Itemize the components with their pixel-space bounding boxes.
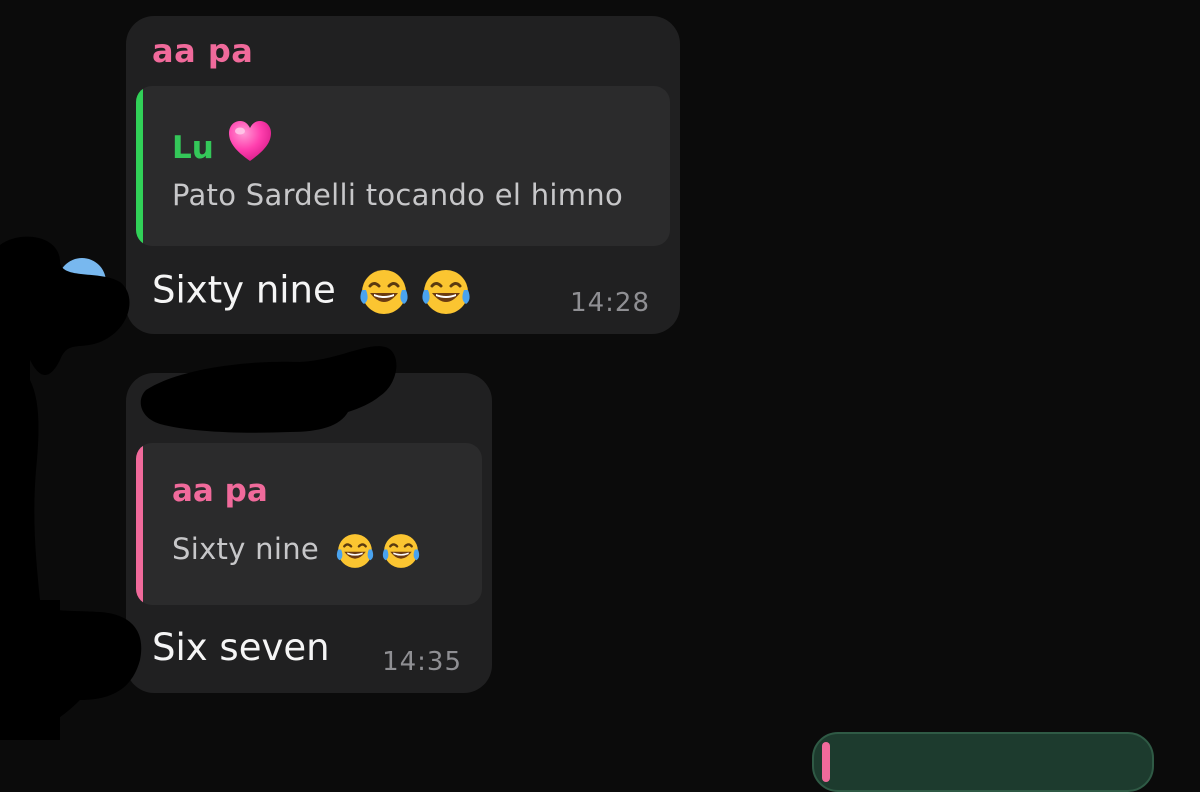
chat-area: aa pa Lu Pato Sardelli tocando el himno … bbox=[0, 0, 1200, 792]
redaction-scribble bbox=[0, 236, 397, 741]
